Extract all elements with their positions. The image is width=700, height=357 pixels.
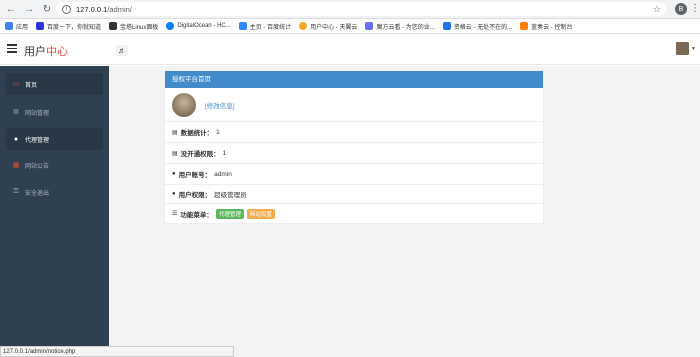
sidebar-item-home[interactable]: ▭ 首页 xyxy=(6,73,103,95)
chart-icon: ▤ xyxy=(172,150,178,157)
status-bar-url: 127.0.0.1/admin/notice.php xyxy=(0,346,234,357)
url-host: 127.0.0.1 xyxy=(76,4,108,14)
key-icon: ⚿ xyxy=(13,188,19,195)
account-row: ● 用户账号： admin xyxy=(165,163,543,184)
baidu-icon xyxy=(36,22,45,30)
digitalocean-icon xyxy=(166,22,175,30)
app-header: 用户中心 ♬ xyxy=(0,35,700,65)
bookmark-item[interactable]: 百度一下，你就知道 xyxy=(36,22,101,31)
sidebar-item-label: 首页 xyxy=(25,82,38,89)
sidebar-item-label: 代理管理 xyxy=(25,137,50,144)
cloud-icon xyxy=(299,22,308,30)
brand-accent: 中心 xyxy=(46,46,68,58)
agent-management-tag[interactable]: 代理管理 xyxy=(215,208,244,219)
user-icon: ● xyxy=(172,171,176,177)
bookmark-label: DigitalOcean - HC... xyxy=(177,23,231,29)
info-icon[interactable]: i xyxy=(62,4,71,14)
sidebar-item-announcements[interactable]: ▦ 网站公告 xyxy=(6,154,103,176)
bookmark-label: 魔方云看 - 为您的业... xyxy=(376,24,435,31)
sidebar-item-site-management[interactable]: ⚙ 网站管理 xyxy=(6,101,103,123)
row-label: 数据统计： xyxy=(180,130,214,137)
sidebar: ▭ 首页 ⚙ 网站管理 ● 代理管理 ▦ 网站公告 ⚿ 安全退出 xyxy=(0,66,109,357)
back-icon[interactable]: ← xyxy=(4,2,18,16)
hamburger-menu-icon[interactable] xyxy=(7,44,17,53)
bookmark-label: 应用 xyxy=(16,24,29,31)
row-label: 用户权限： xyxy=(178,192,212,199)
row-value: 超级管理员 xyxy=(214,192,247,199)
sidebar-item-label: 网站管理 xyxy=(25,110,50,117)
edit-info-link[interactable]: [修改信息] xyxy=(205,100,235,110)
bookmark-label: 百度一下，你就知道 xyxy=(47,24,102,31)
monitor-icon: ▭ xyxy=(12,81,20,88)
browser-toolbar: ← → ↻ i 127.0.0.1 /admin/ ☆ B ⋮ xyxy=(0,0,700,19)
permissions-row: ▤ 没开通权限： 1 xyxy=(165,142,543,163)
bookmark-item[interactable]: 资格云 - 无处不在的... xyxy=(442,22,513,31)
baidu-tongji-icon xyxy=(238,22,247,30)
bookmark-label: 宝塔Linux面板 xyxy=(120,24,159,31)
sidebar-item-label: 网站公告 xyxy=(25,163,50,170)
role-row: ● 用户权限： 超级管理员 xyxy=(165,184,543,203)
music-icon[interactable]: ♬ xyxy=(116,45,128,56)
profile-picture xyxy=(172,92,196,117)
mofang-icon xyxy=(365,22,374,30)
reload-icon[interactable]: ↻ xyxy=(40,2,54,16)
stats-row: ▤ 数据统计： 1 xyxy=(165,121,543,142)
dashboard-panel: 授权平台首页 [修改信息] ▤ 数据统计： 1 ▤ 没开通权限： 1 ● 用户账… xyxy=(165,71,543,223)
row-value: admin xyxy=(214,170,232,178)
bookmark-label: 蓝奏云 - 控制台 xyxy=(531,24,573,31)
bookmark-item[interactable]: DigitalOcean - HC... xyxy=(166,22,231,30)
chevron-down-icon[interactable]: ▼ xyxy=(691,46,696,52)
bookmark-item[interactable]: 主页 - 百度统计 xyxy=(238,22,292,31)
bookmark-star-icon[interactable]: ☆ xyxy=(653,4,661,15)
lanzou-icon xyxy=(520,22,529,30)
panel-title: 授权平台首页 xyxy=(165,71,543,88)
profile-icon[interactable]: B xyxy=(675,3,687,15)
row-label: 用户账号： xyxy=(178,172,212,179)
zige-icon xyxy=(442,22,451,30)
apps-icon xyxy=(5,22,13,30)
site-settings-tag[interactable]: 网站设置 xyxy=(246,208,275,219)
address-bar[interactable]: i 127.0.0.1 /admin/ ☆ xyxy=(56,2,666,16)
bookmark-item[interactable]: 蓝奏云 - 控制台 xyxy=(520,22,572,31)
bookmark-label: 资格云 - 无处不在的... xyxy=(453,24,513,31)
bookmark-label: 主页 - 百度统计 xyxy=(249,24,292,31)
user-avatar[interactable] xyxy=(676,42,689,55)
row-value: 1 xyxy=(216,128,220,136)
sidebar-item-logout[interactable]: ⚿ 安全退出 xyxy=(6,181,103,203)
menu-dots-icon[interactable]: ⋮ xyxy=(690,3,700,15)
row-value: 1 xyxy=(222,149,227,157)
forward-icon[interactable]: → xyxy=(22,2,36,16)
list-icon: ☰ xyxy=(172,211,178,217)
bt-icon xyxy=(109,22,118,30)
url-path: /admin/ xyxy=(107,4,132,14)
row-label: 功能菜单： xyxy=(180,211,213,219)
brand-title: 用户中心 xyxy=(24,43,68,59)
chart-icon: ▤ xyxy=(172,129,178,136)
bookmark-item[interactable]: 应用 xyxy=(5,22,28,31)
bookmark-item[interactable]: 用户中心 - 天翼云 xyxy=(299,22,357,31)
user-icon: ● xyxy=(172,191,176,197)
bookmarks-bar: 应用 百度一下，你就知道 宝塔Linux面板 DigitalOcean - HC… xyxy=(0,19,700,34)
user-icon: ● xyxy=(13,135,19,143)
menu-row: ☰ 功能菜单： 代理管理 网站设置 xyxy=(165,203,543,223)
bookmark-label: 用户中心 - 天翼云 xyxy=(310,24,358,31)
grid-icon: ▦ xyxy=(12,162,20,169)
brand-main: 用户 xyxy=(24,46,46,58)
bookmark-item[interactable]: 宝塔Linux面板 xyxy=(109,22,158,31)
sidebar-item-label: 安全退出 xyxy=(25,190,50,197)
profile-row: [修改信息] xyxy=(165,88,543,121)
gear-icon: ⚙ xyxy=(12,109,20,116)
sidebar-item-agent-management[interactable]: ● 代理管理 xyxy=(6,128,103,150)
row-label: 没开通权限： xyxy=(180,151,220,158)
bookmark-item[interactable]: 魔方云看 - 为您的业... xyxy=(365,22,435,31)
